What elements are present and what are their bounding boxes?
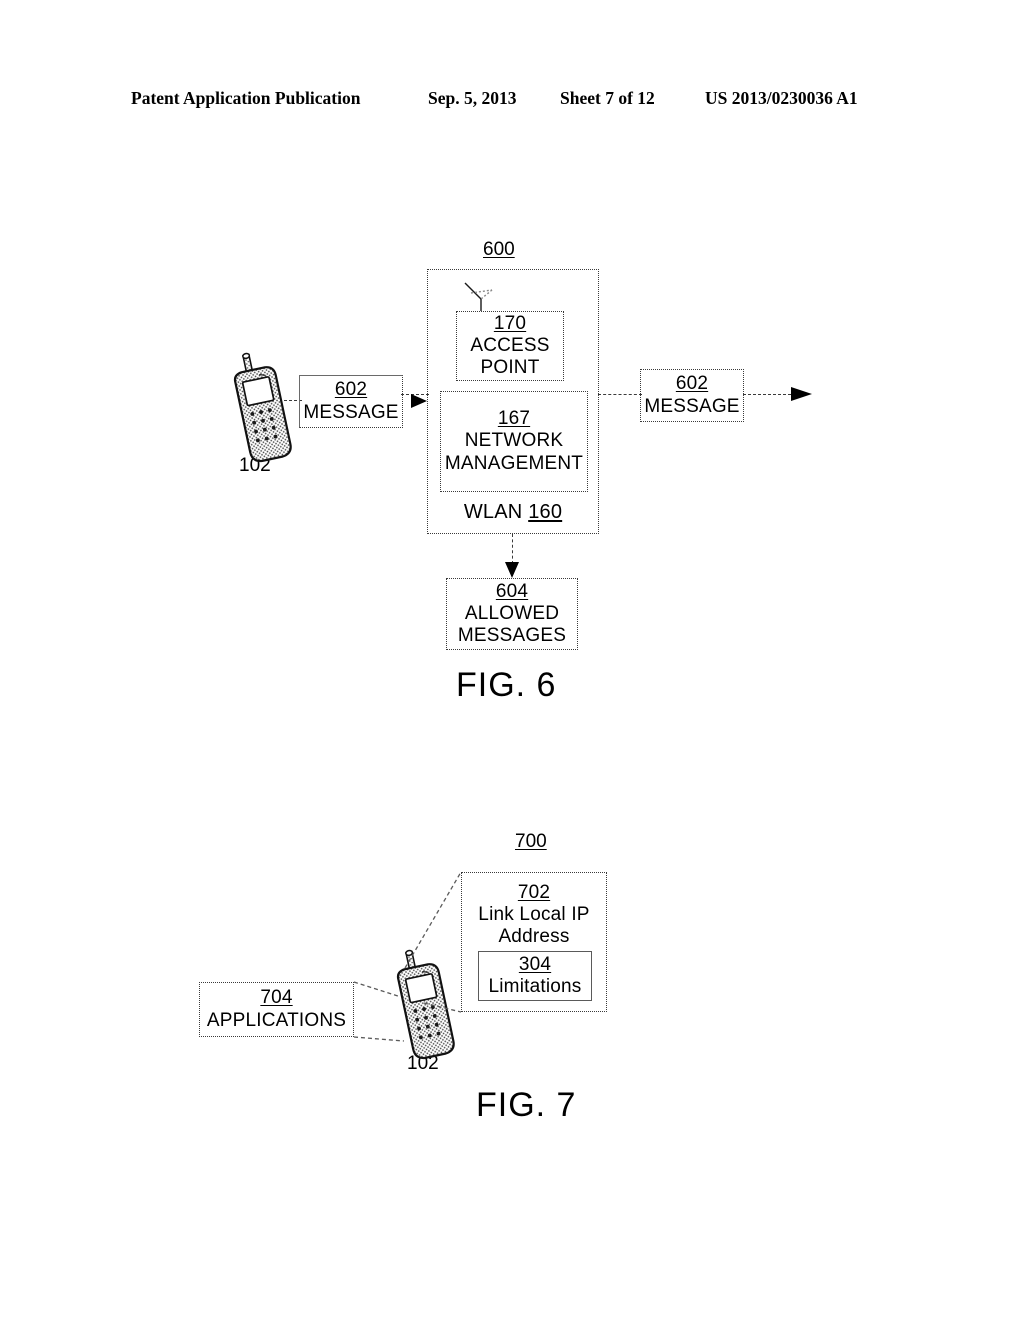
header-publication-date: Sep. 5, 2013 bbox=[428, 88, 517, 108]
allowed-messages-label-line2: MESSAGES bbox=[457, 625, 567, 647]
access-point-label-line2: POINT bbox=[480, 357, 540, 379]
wlan-label-row: WLAN 160 bbox=[464, 501, 562, 524]
arrowhead-into-wlan bbox=[411, 394, 427, 408]
wlan-label: WLAN bbox=[463, 500, 523, 523]
limitations-ref: 304 bbox=[518, 953, 552, 975]
figure-6-caption: FIG. 6 bbox=[456, 666, 557, 704]
message-right-ref: 602 bbox=[675, 373, 709, 395]
figure-7-caption: FIG. 7 bbox=[476, 1086, 577, 1124]
page-header: Patent Application Publication Sep. 5, 2… bbox=[0, 88, 1024, 114]
callout-leader-lines bbox=[353, 871, 462, 1042]
link-local-ip-label-line1: Link Local IP bbox=[478, 904, 590, 926]
arrowhead-into-allowed-messages bbox=[505, 562, 519, 578]
figure-7-mobile-device-ref: 102 bbox=[407, 1053, 439, 1074]
limitations-box: 304 Limitations bbox=[478, 951, 592, 1001]
message-left-ref: 602 bbox=[334, 379, 368, 401]
link-local-ip-label-line2: Address bbox=[498, 926, 570, 948]
limitations-label: Limitations bbox=[488, 976, 582, 997]
figure-6-system-ref: 600 bbox=[483, 239, 515, 260]
header-patent-number: US 2013/0230036 A1 bbox=[705, 88, 858, 108]
access-point-label-line1: ACCESS bbox=[470, 334, 550, 356]
figure-7-system-ref: 700 bbox=[515, 831, 547, 852]
header-publication-title: Patent Application Publication bbox=[131, 88, 361, 108]
connector-message-right-outgoing bbox=[743, 394, 791, 395]
connector-phone-to-message bbox=[274, 400, 302, 401]
wlan-ref: 160 bbox=[528, 500, 563, 523]
applications-box: 704 APPLICATIONS bbox=[199, 982, 354, 1037]
access-point-ref: 170 bbox=[493, 312, 527, 334]
network-management-box: 167 NETWORK MANAGEMENT bbox=[440, 391, 588, 492]
connector-message-to-wlan bbox=[401, 394, 429, 395]
allowed-messages-ref: 604 bbox=[495, 580, 529, 602]
arrowhead-outgoing-right bbox=[791, 387, 812, 401]
message-right-label: MESSAGE bbox=[644, 395, 740, 417]
message-left-label: MESSAGE bbox=[303, 401, 399, 423]
link-local-ip-box: 702 Link Local IP Address 304 Limitation… bbox=[461, 872, 607, 1012]
mobile-phone-icon bbox=[396, 949, 455, 1060]
connector-wlan-to-allowed-messages bbox=[512, 534, 513, 564]
network-management-label-line2: MANAGEMENT bbox=[444, 452, 584, 474]
mobile-phone-icon bbox=[233, 352, 292, 463]
header-sheet-number: Sheet 7 of 12 bbox=[560, 88, 655, 108]
network-management-ref: 167 bbox=[497, 408, 531, 430]
network-management-label-line1: NETWORK bbox=[464, 430, 564, 452]
message-box-right: 602 MESSAGE bbox=[640, 369, 744, 422]
link-local-ip-ref: 702 bbox=[517, 882, 551, 903]
figure-6-mobile-device-ref: 102 bbox=[239, 455, 271, 476]
applications-ref: 704 bbox=[260, 987, 293, 1009]
access-point-box: 170 ACCESS POINT bbox=[456, 311, 564, 381]
connector-wlan-to-message-right bbox=[598, 394, 642, 395]
allowed-messages-box: 604 ALLOWED MESSAGES bbox=[446, 578, 578, 650]
allowed-messages-label-line1: ALLOWED bbox=[464, 602, 560, 624]
applications-label: APPLICATIONS bbox=[206, 1009, 347, 1031]
message-box-left: 602 MESSAGE bbox=[299, 375, 403, 428]
